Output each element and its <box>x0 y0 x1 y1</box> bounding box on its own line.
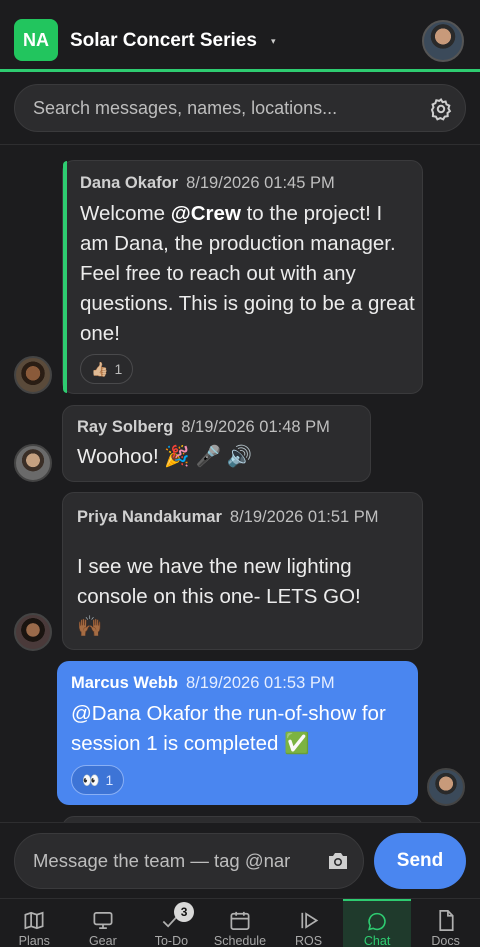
message-text: I see we have the new lighting console o… <box>77 555 361 608</box>
message-text: Welcome @Crew to the project! I am Dana,… <box>80 202 415 345</box>
search-field <box>14 84 466 132</box>
user-avatar[interactable] <box>422 20 464 62</box>
gear-icon[interactable] <box>429 97 453 121</box>
reaction-pill[interactable]: 👍🏼 1 <box>80 354 134 384</box>
send-button[interactable]: Send <box>374 833 466 889</box>
tab-chat[interactable]: Chat <box>342 899 412 947</box>
avatar-priya[interactable] <box>14 613 52 651</box>
reaction-pill[interactable]: 👀 1 <box>71 765 125 795</box>
author-name: Priya Nandakumar <box>77 508 222 526</box>
message-marcus[interactable]: Marcus Webb 8/19/2026 01:53 PM @Dana Okaf… <box>57 661 418 805</box>
reaction-emoji: 👍🏼 <box>91 360 109 377</box>
message-text: @Dana Okafor the run-of-show for session… <box>71 702 386 755</box>
monitor-icon <box>93 911 113 930</box>
tab-label: Plans <box>18 934 50 947</box>
message-ray[interactable]: Ray Solberg 8/19/2026 01:48 PM Woohoo! 🎉 … <box>62 405 371 482</box>
author-name: Dana Okafor <box>80 174 179 192</box>
project-title[interactable]: Solar Concert Series <box>70 30 257 52</box>
tab-label: To-Do <box>154 934 189 947</box>
emoji-line: 🙌🏾 <box>77 615 103 638</box>
message-input[interactable] <box>33 834 315 888</box>
timestamp: 8/19/2026 01:45 PM <box>186 174 335 192</box>
author-name: Marcus Webb <box>71 674 178 692</box>
avatar-marcus[interactable] <box>427 768 465 806</box>
tab-ros[interactable]: ROS <box>274 899 343 947</box>
app-header: NA Solar Concert Series ▾ <box>0 0 480 72</box>
tab-bar: Plans Gear 3 To-Do Schedule ROS Chat Doc… <box>0 898 480 947</box>
compose-field <box>14 833 364 889</box>
todo-count-badge: 3 <box>174 902 195 922</box>
search-bar <box>0 75 480 145</box>
message-dana[interactable]: Dana Okafor 8/19/2026 01:45 PM Welcome @C… <box>62 160 423 394</box>
reaction-count: 1 <box>105 772 114 788</box>
announcement-accent <box>63 161 67 393</box>
compose-bar: Send <box>0 822 480 898</box>
mention[interactable]: @Crew <box>171 202 241 225</box>
message-header: Marcus Webb 8/19/2026 01:53 PM <box>71 674 335 693</box>
search-input[interactable] <box>33 85 423 131</box>
avatar-ray[interactable] <box>14 444 52 482</box>
reaction-count: 1 <box>114 361 123 377</box>
timestamp: 8/19/2026 01:53 PM <box>185 674 335 692</box>
avatar-dana[interactable] <box>14 356 52 394</box>
message-text: Woohoo! 🎉 🎤 🔊 <box>77 445 253 468</box>
message-header: Priya Nandakumar 8/19/2026 01:51 PM <box>77 506 417 528</box>
tab-label: Chat <box>363 934 391 947</box>
message-header: Dana Okafor 8/19/2026 01:45 PM <box>80 174 335 193</box>
tab-label: Docs <box>431 934 460 947</box>
timestamp: 8/19/2026 01:51 PM <box>229 508 379 526</box>
message-priya[interactable]: Priya Nandakumar 8/19/2026 01:51 PM I see… <box>62 492 423 650</box>
map-icon <box>24 911 44 930</box>
camera-icon[interactable] <box>327 851 349 871</box>
message-feed[interactable]: Dana Okafor 8/19/2026 01:45 PM Welcome @C… <box>0 146 480 822</box>
play-icon <box>300 912 318 929</box>
tab-plans[interactable]: Plans <box>0 899 69 947</box>
message-header: Ray Solberg 8/19/2026 01:48 PM <box>77 418 330 437</box>
document-icon <box>439 910 454 931</box>
reaction-emoji: 👀 <box>82 771 100 788</box>
tab-todo[interactable]: 3 To-Do <box>137 899 206 947</box>
tab-label: Schedule <box>213 934 267 947</box>
author-name: Ray Solberg <box>77 418 174 436</box>
chat-icon <box>368 912 386 931</box>
tab-label: Gear <box>88 934 117 947</box>
tab-docs[interactable]: Docs <box>411 899 480 947</box>
tab-label: ROS <box>294 934 323 947</box>
timestamp: 8/19/2026 01:48 PM <box>181 418 330 436</box>
tab-schedule[interactable]: Schedule <box>206 899 275 947</box>
chevron-down-icon[interactable]: ▾ <box>271 36 276 47</box>
tab-gear[interactable]: Gear <box>69 899 138 947</box>
calendar-icon <box>230 911 250 930</box>
project-badge[interactable]: NA <box>14 19 58 61</box>
